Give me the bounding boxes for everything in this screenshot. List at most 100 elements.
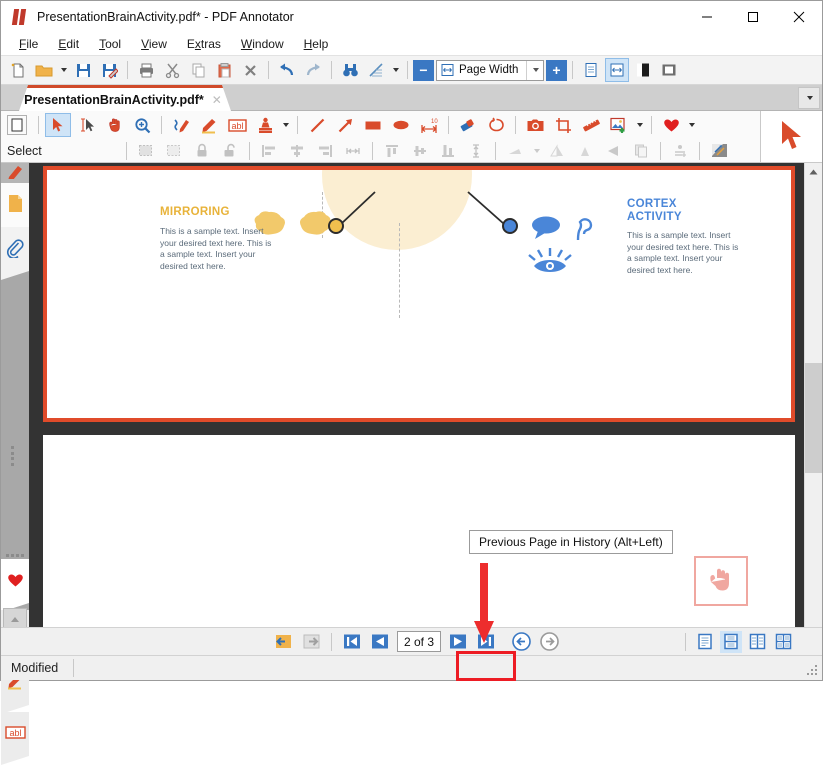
text-box-abl-icon[interactable]: abl — [224, 113, 250, 137]
grid-dropdown-caret-icon[interactable] — [390, 58, 401, 82]
eraser-icon[interactable] — [455, 113, 481, 137]
back-history-icon[interactable] — [509, 631, 533, 653]
sidebar-tab-pen[interactable] — [1, 163, 29, 183]
delete-x-icon[interactable] — [238, 58, 262, 82]
view-mode-facing-continuous[interactable] — [772, 631, 794, 653]
page-number-input[interactable]: 2 of 3 — [397, 631, 442, 652]
rotate-dropdown-caret-icon[interactable] — [531, 141, 541, 161]
add-image-dropdown-caret-icon[interactable] — [634, 113, 645, 137]
save-icon[interactable] — [71, 58, 95, 82]
align-left-icon[interactable] — [257, 141, 281, 161]
sidebar-tab-pages[interactable] — [1, 183, 29, 236]
menu-window[interactable]: Window — [231, 35, 294, 53]
cut-scissors-icon[interactable] — [160, 58, 184, 82]
sidebar-tab-favorites[interactable] — [1, 559, 29, 612]
stamp-dropdown-caret-icon[interactable] — [280, 113, 291, 137]
document-viewport[interactable]: MIRRORING This is a sample text. Insert … — [29, 163, 807, 654]
zoom-in-button[interactable]: + — [546, 59, 567, 81]
rectangle-icon[interactable] — [360, 113, 386, 137]
measure-icon[interactable]: 10 — [416, 113, 442, 137]
favorite-dropdown-caret-icon[interactable] — [686, 113, 697, 137]
unlock-icon[interactable] — [218, 141, 242, 161]
lock-icon[interactable] — [190, 141, 214, 161]
menu-view[interactable]: View — [131, 35, 177, 53]
zoom-level-combobox[interactable]: Page Width — [436, 59, 544, 81]
sidebar-tab-attachments[interactable] — [1, 227, 29, 280]
zoom-out-button[interactable]: − — [413, 59, 434, 81]
duplicate-icon[interactable] — [629, 141, 653, 161]
paste-icon[interactable] — [212, 58, 236, 82]
properties-icon[interactable] — [707, 141, 731, 161]
sidebar-resize-handle[interactable] — [11, 446, 18, 466]
menu-tool[interactable]: Tool — [89, 35, 131, 53]
rotate-icon[interactable] — [503, 141, 527, 161]
copy-icon[interactable] — [186, 58, 210, 82]
text-select-icon[interactable] — [73, 113, 99, 137]
align-right-icon[interactable] — [313, 141, 337, 161]
hand-pan-icon[interactable] — [101, 113, 127, 137]
deselect-icon[interactable] — [162, 141, 186, 161]
page-frame-icon[interactable] — [7, 115, 27, 135]
presentation-view-icon[interactable] — [657, 58, 681, 82]
resize-grip-icon[interactable] — [807, 665, 819, 677]
arrow-icon[interactable] — [332, 113, 358, 137]
scroll-up-arrow-icon[interactable] — [805, 163, 822, 180]
group-icon[interactable] — [668, 141, 692, 161]
align-bottom-icon[interactable] — [436, 141, 460, 161]
view-mode-single[interactable] — [694, 631, 716, 653]
page-width-view-icon[interactable] — [605, 58, 629, 82]
chevron-down-icon[interactable] — [526, 60, 543, 80]
first-page-icon[interactable] — [340, 631, 364, 653]
open-folder-icon[interactable] — [32, 58, 56, 82]
grid-tool-icon[interactable] — [364, 58, 388, 82]
favorite-heart-icon[interactable] — [658, 113, 684, 137]
close-icon[interactable]: ✕ — [212, 93, 222, 107]
select-all-icon[interactable] — [134, 141, 158, 161]
sidebar-tab-textbox[interactable]: abl — [1, 712, 29, 765]
print-icon[interactable] — [134, 58, 158, 82]
scrollbar-thumb[interactable] — [805, 363, 822, 473]
lasso-icon[interactable] — [483, 113, 509, 137]
distribute-vertical-icon[interactable] — [464, 141, 488, 161]
document-tab[interactable]: PresentationBrainActivity.pdf* ✕ — [19, 85, 231, 111]
snapshot-camera-icon[interactable] — [522, 113, 548, 137]
redo-icon[interactable] — [301, 58, 325, 82]
maximize-button[interactable] — [730, 1, 776, 33]
next-page-icon[interactable] — [446, 631, 470, 653]
menu-help[interactable]: Help — [294, 35, 339, 53]
add-image-icon[interactable] — [606, 113, 632, 137]
mirror-icon[interactable] — [601, 141, 625, 161]
flip-horizontal-icon[interactable] — [545, 141, 569, 161]
distribute-horizontal-icon[interactable] — [341, 141, 365, 161]
vertical-scrollbar[interactable] — [804, 163, 822, 654]
view-mode-facing[interactable] — [746, 631, 768, 653]
single-page-view-icon[interactable] — [579, 58, 603, 82]
forward-history-icon[interactable] — [537, 631, 561, 653]
tab-list-dropdown-button[interactable] — [798, 87, 820, 109]
align-top-icon[interactable] — [380, 141, 404, 161]
view-mode-continuous[interactable] — [720, 630, 742, 653]
full-screen-view-icon[interactable] — [631, 58, 655, 82]
find-binoculars-icon[interactable] — [338, 58, 362, 82]
flip-vertical-icon[interactable] — [573, 141, 597, 161]
pen-icon[interactable] — [168, 113, 194, 137]
pdf-page-2[interactable] — [43, 435, 795, 654]
select-arrow-icon[interactable] — [45, 113, 71, 137]
line-icon[interactable] — [304, 113, 330, 137]
minimize-button[interactable] — [684, 1, 730, 33]
menu-file[interactable]: File — [9, 35, 48, 53]
align-middle-icon[interactable] — [408, 141, 432, 161]
crop-icon[interactable] — [550, 113, 576, 137]
ruler-icon[interactable] — [578, 113, 604, 137]
align-center-icon[interactable] — [285, 141, 309, 161]
ellipse-icon[interactable] — [388, 113, 414, 137]
highlighter-icon[interactable] — [196, 113, 222, 137]
save-as-icon[interactable] — [97, 58, 121, 82]
zoom-level-value[interactable]: Page Width — [457, 64, 526, 76]
menu-edit[interactable]: Edit — [48, 35, 89, 53]
menu-extras[interactable]: Extras — [177, 35, 231, 53]
close-button[interactable] — [776, 1, 822, 33]
open-dropdown-caret-icon[interactable] — [58, 58, 69, 82]
zoom-magnifier-icon[interactable] — [129, 113, 155, 137]
stamp-icon[interactable] — [252, 113, 278, 137]
